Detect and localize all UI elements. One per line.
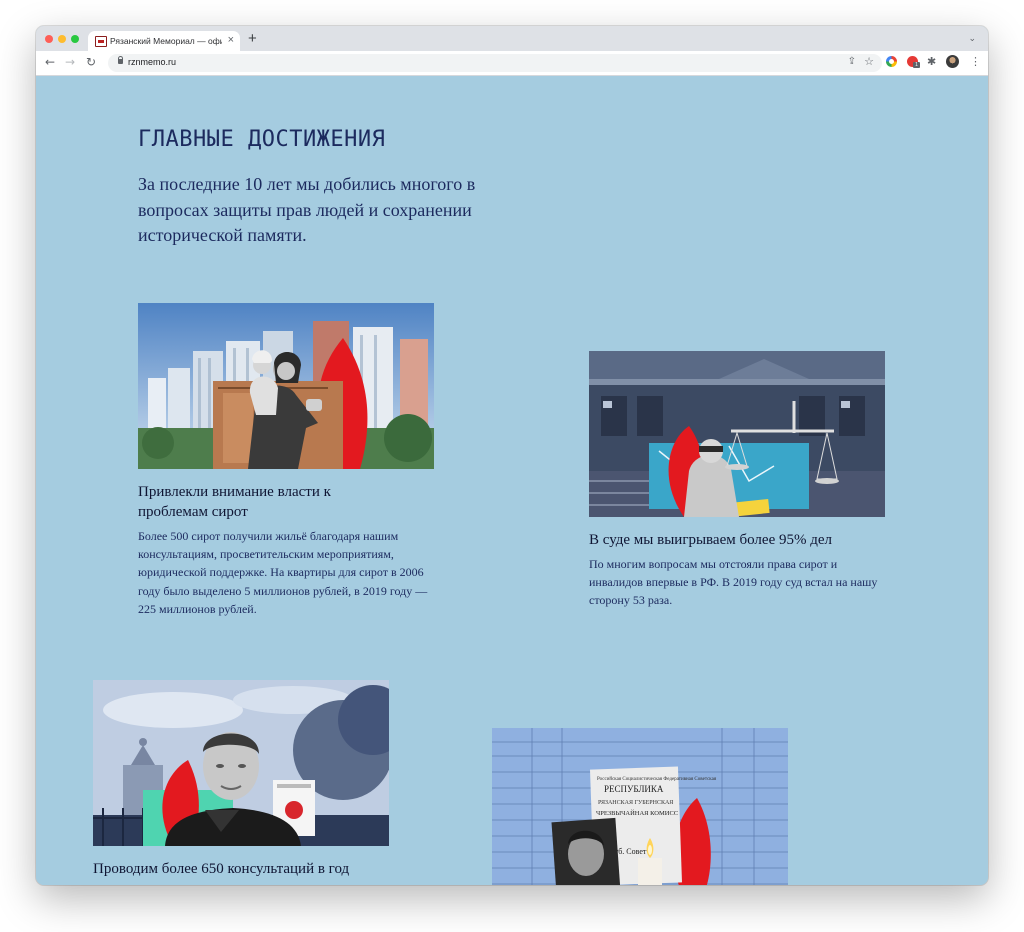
consultations-collage-image [93, 680, 389, 846]
achievement-title: В суде мы выигрываем более 95% дел [589, 532, 832, 548]
browser-tab[interactable]: Рязанский Мемориал — официальный сайт × [88, 31, 240, 51]
forward-arrow-icon[interactable]: → [65, 55, 75, 69]
achievement-title: Проводим более 650 консультаций в год [93, 861, 350, 877]
maximize-window-button[interactable] [71, 35, 79, 43]
achievement-title: Привлекли внимание власти к проблемам си… [138, 484, 331, 520]
tab-strip: Рязанский Мемориал — официальный сайт × … [36, 26, 988, 51]
site-favicon-icon [95, 36, 107, 47]
new-tab-button[interactable]: + [248, 30, 257, 47]
lock-icon [118, 56, 123, 64]
document-text-commission: ЧРЕЗВЫЧАЙНАЯ КОМИСС [596, 809, 678, 817]
bookmark-star-icon[interactable]: ☆ [864, 55, 874, 68]
page-title: ГЛАВНЫЕ ДОСТИЖЕНИЯ [138, 127, 386, 152]
intro-text: За последние 10 лет мы добились многого … [138, 174, 476, 245]
document-text-rsfsr: Российская Социалистическая Федеративная… [597, 777, 717, 782]
url-text: rznmemo.ru [128, 57, 177, 67]
reload-icon[interactable]: ↻ [86, 55, 96, 69]
address-bar[interactable]: rznmemo.ru ⇪ ☆ [108, 54, 882, 72]
archive-collage-image: Российская Социалистическая Федеративная… [492, 728, 788, 885]
tab-title: Рязанский Мемориал — официальный сайт [110, 36, 222, 46]
profile-avatar[interactable] [946, 55, 959, 68]
achievement-text: Более 500 сирот получили жильё благодаря… [138, 529, 428, 616]
back-arrow-icon[interactable]: ← [45, 55, 55, 69]
tab-search-chevron-icon[interactable]: ⌄ [968, 33, 976, 44]
extensions-puzzle-icon[interactable]: ✱ [927, 55, 936, 68]
browser-toolbar: ← → ↻ rznmemo.ru ⇪ ☆ 1 ✱ ⋮ [36, 51, 988, 76]
court-collage-image [589, 351, 885, 517]
tab-close-icon[interactable]: × [228, 34, 234, 46]
red-extension-icon[interactable]: 1 [907, 56, 920, 68]
share-icon[interactable]: ⇪ [848, 56, 856, 67]
minimize-window-button[interactable] [58, 35, 66, 43]
orphans-collage-image [138, 303, 434, 469]
document-text-republic: РЕСПУБЛИКА [604, 784, 664, 794]
close-window-button[interactable] [45, 35, 53, 43]
extension-badge: 1 [913, 62, 920, 68]
achievement-text: По многим вопросам мы отстояли права сир… [589, 557, 878, 608]
page-content: ГЛАВНЫЕ ДОСТИЖЕНИЯ За последние 10 лет м… [36, 76, 988, 885]
browser-menu-icon[interactable]: ⋮ [970, 55, 981, 68]
document-text-province: РЯЗАНСКАЯ ГУБЕРНСКАЯ [598, 800, 673, 806]
browser-window: Рязанский Мемориал — официальный сайт × … [36, 26, 988, 885]
color-picker-extension-icon[interactable] [886, 56, 897, 67]
